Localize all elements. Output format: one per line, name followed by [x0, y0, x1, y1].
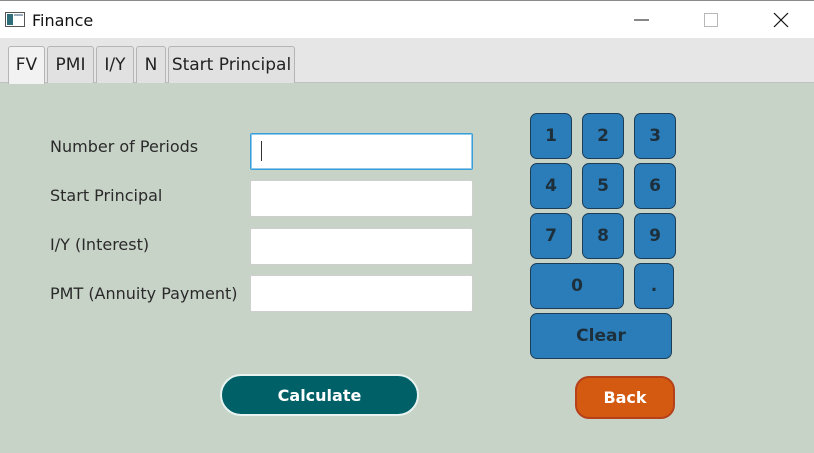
- key-2[interactable]: 2: [582, 113, 624, 159]
- minimize-button[interactable]: [618, 1, 664, 39]
- key-7[interactable]: 7: [530, 213, 572, 259]
- key-9[interactable]: 9: [634, 213, 676, 259]
- minimize-icon: [634, 19, 649, 21]
- clear-button[interactable]: Clear: [530, 313, 672, 359]
- interest-input[interactable]: [250, 228, 473, 265]
- back-button[interactable]: Back: [575, 376, 675, 419]
- pmt-label: PMT (Annuity Payment): [50, 284, 238, 303]
- close-button[interactable]: [758, 1, 804, 39]
- maximize-icon: [704, 13, 718, 27]
- start-principal-label: Start Principal: [50, 186, 163, 205]
- tab-fv[interactable]: FV: [8, 46, 45, 84]
- calculate-button[interactable]: Calculate: [220, 374, 419, 416]
- tab-pmi[interactable]: PMI: [47, 46, 94, 83]
- title-bar: Finance: [0, 0, 814, 38]
- key-8[interactable]: 8: [582, 213, 624, 259]
- key-1[interactable]: 1: [530, 113, 572, 159]
- key-3[interactable]: 3: [634, 113, 676, 159]
- app-icon: [5, 12, 25, 27]
- pmt-input[interactable]: [250, 275, 473, 312]
- tab-bar: FV PMI I/Y N Start Principal: [0, 38, 814, 84]
- close-icon: [773, 12, 789, 28]
- periods-input[interactable]: [250, 133, 473, 170]
- periods-label: Number of Periods: [50, 137, 199, 156]
- key-4[interactable]: 4: [530, 163, 572, 209]
- key-0[interactable]: 0: [530, 263, 624, 309]
- key-5[interactable]: 5: [582, 163, 624, 209]
- tab-iy[interactable]: I/Y: [96, 46, 134, 83]
- tab-n[interactable]: N: [136, 46, 166, 83]
- window-title: Finance: [32, 11, 94, 30]
- tab-start-principal[interactable]: Start Principal: [168, 46, 295, 83]
- text-caret: [261, 141, 262, 161]
- maximize-button[interactable]: [688, 1, 734, 39]
- start-principal-input[interactable]: [250, 180, 473, 217]
- key-decimal[interactable]: .: [634, 263, 674, 309]
- interest-label: I/Y (Interest): [50, 235, 150, 254]
- key-6[interactable]: 6: [634, 163, 676, 209]
